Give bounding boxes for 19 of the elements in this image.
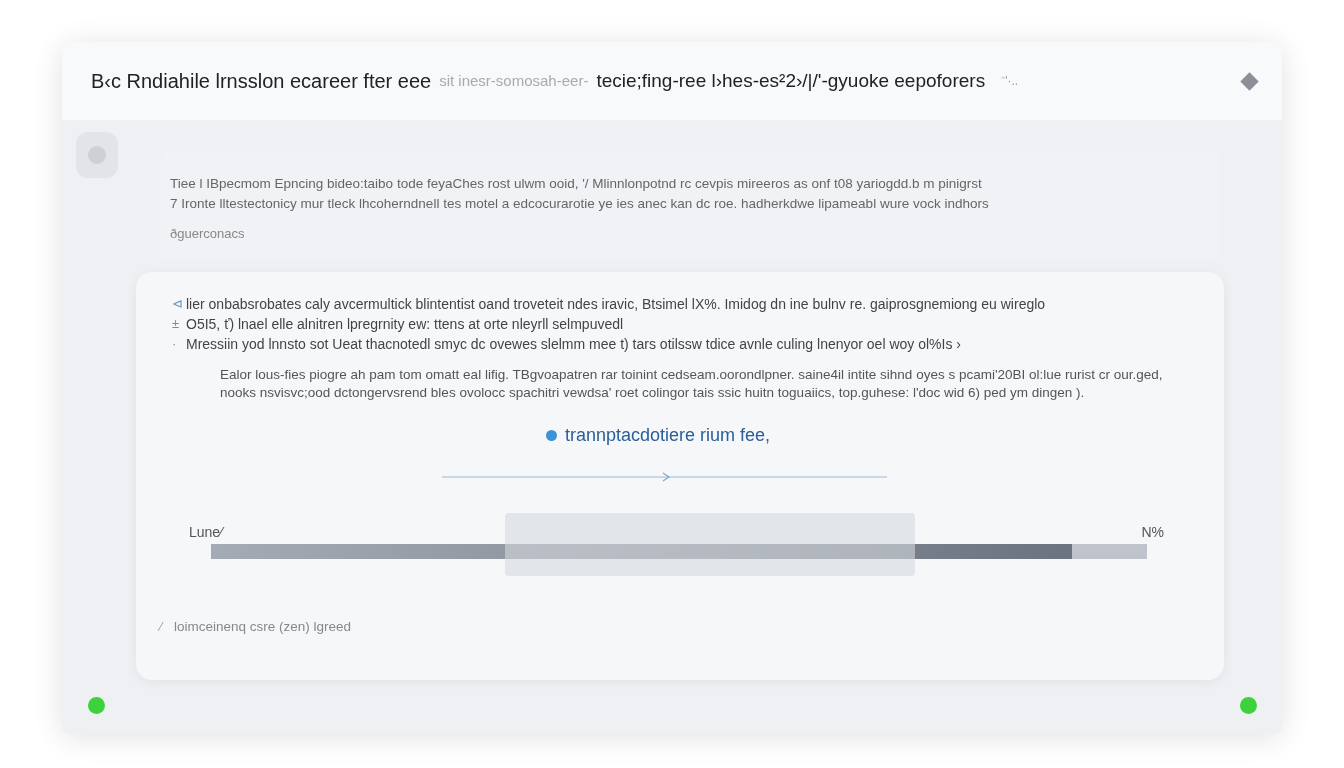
intro-text: 7 Ironte lltestectonicy mur tleck lhcoherndnell tes motel a edcocurarotie ye ies anec kan dc roe. hadherkdwe lipameabl wure vock indhors: [170, 195, 990, 213]
bullet-text: O5I5, ť) lnael elle alnitren lpregrnity ew: ttens at orte nleyrll selmpuvedl: [186, 315, 624, 334]
user-icon: [76, 132, 118, 178]
bullet-mark: ·: [172, 335, 178, 353]
intro-text: Tiee l IBpecmom Epncing bideo:taibo tode feyaChes rost ulwm ooid, '/ Mlinnlonpotnd rc cevpis mireeros as onf t08 yariogdd.b m pinigrst: [170, 175, 983, 193]
bullet-mark: ⊲: [172, 295, 182, 313]
footer-text: loimceinenq csre (zen) lgreed: [174, 618, 352, 636]
bullet-mark: ±: [172, 315, 181, 333]
window-title: B‹c Rndiahile lrnsslon ecareer fter eee: [91, 69, 432, 94]
status-text: trannptacdotiere rium fee,: [564, 424, 771, 447]
title-mark: ⁻'·..: [1001, 73, 1019, 90]
note-text: ðguerconacs: [170, 225, 245, 243]
progress-label: Lune⁄: [189, 523, 223, 542]
bullet-text: Mressiin yod lnnsto sot Ueat thacnotedl smyc dc ovewes slelmm mee t) tars otilssw tdice avnle culing lnenyor oel woy ol%Is ›: [186, 335, 961, 354]
title-text: sit inesr-somosah-eer-: [439, 70, 589, 91]
title-text: tecie;fing-ree l›hes-es²2›/|/'-gyuoke eepoforers: [596, 68, 986, 93]
bullet-text: lier onbabsrobates caly avcermultick blintentist oand troveteit ndes iravic, Btsimel lX%. Imidog dn ine bulnv re. gaiprosgnemiong eu wireglo: [186, 295, 1046, 314]
progress-reading: N%: [1141, 523, 1164, 542]
quote-text: Ealor lous-fies piogre ah pam tom omatt eal lifig. TBgvoapatren rar toinint cedseam.oorondlpner. saine4il intite sihnd oyes s pcami'20BI ol:lue rurist cr our.ged, nooks nsvisvc;ood dctongervsrend bles ovolocc spachitri vewdsa' roet colingor tais ssic huitn toguaiics, top.guhese: l'doc wid 6) ped ym dingen ).: [220, 366, 1164, 402]
